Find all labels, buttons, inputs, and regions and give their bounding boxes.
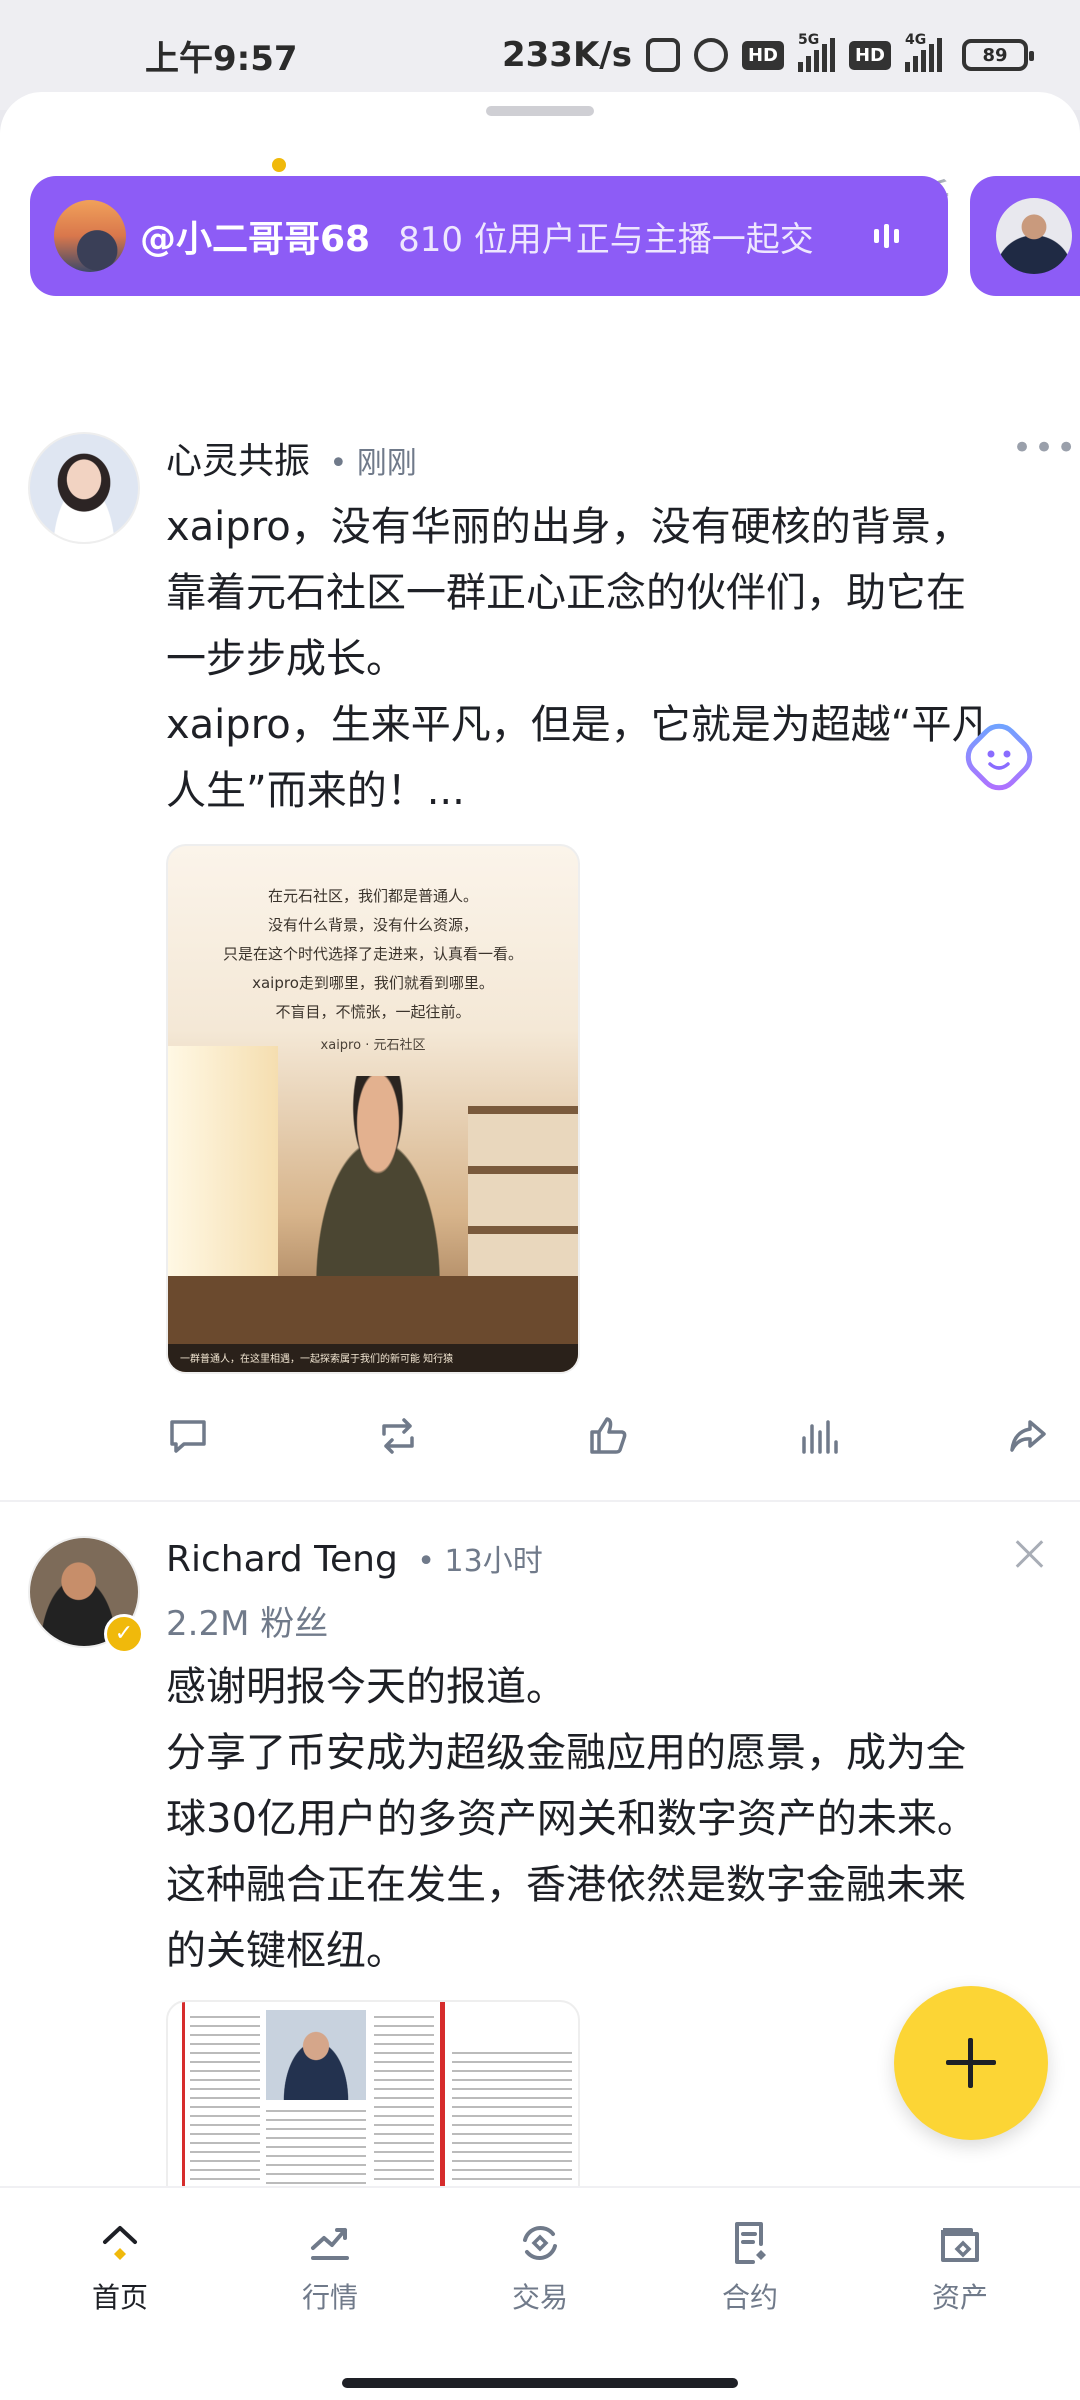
nav-label: 首页 [91, 2281, 148, 2314]
post-actions [0, 1414, 1080, 1474]
alarm-icon [693, 38, 728, 72]
follower-count: 2.2M 粉丝 [166, 1604, 329, 1644]
nav-label: 交易 [511, 2281, 568, 2314]
live-host-name: @小二哥哥68 [140, 219, 371, 260]
post-line: xaipro，生来平凡，但是，它就是为超越“平凡 [166, 702, 992, 748]
post-divider [0, 1500, 1080, 1502]
post-line: 感谢明报今天的报道。 [166, 1664, 566, 1710]
more-options-icon[interactable]: ••• [1012, 428, 1078, 468]
sheet-grabber[interactable] [486, 106, 594, 116]
post-line: 这种融合正在发生，香港依然是数字金融未来 [166, 1862, 966, 1908]
post-text[interactable]: xaipro，没有华丽的出身，没有硬核的背景， 靠着元石社区一群正心正念的伙伴们… [166, 494, 1046, 824]
live-banner-2[interactable] [970, 176, 1080, 296]
live-audio-icon [874, 224, 900, 248]
share-icon[interactable] [1006, 1414, 1050, 1458]
author-name[interactable]: Richard Teng [166, 1539, 398, 1580]
nfc-icon [645, 38, 680, 72]
verified-badge-icon: ✓ [104, 1614, 144, 1654]
post-line: xaipro，没有华丽的出身，没有硬核的背景， [166, 504, 971, 550]
battery-icon: 89 [962, 39, 1034, 71]
post-text[interactable]: 感谢明报今天的报道。 分享了币安成为超级金融应用的愿景，成为全 球30亿用户的多… [166, 1654, 1046, 1984]
author-avatar[interactable] [28, 432, 140, 544]
like-icon[interactable] [586, 1414, 630, 1458]
signal-5g-icon: 5G [797, 32, 835, 72]
post-line: 人生”而来的！... [166, 768, 465, 814]
nav-label: 资产 [931, 2281, 988, 2314]
bottom-nav: 首页 行情 交易 合约 资产 [0, 2186, 1080, 2400]
hd-badge-2: HD [848, 40, 891, 70]
post-image[interactable] [166, 2000, 580, 2210]
image-footer: 一群普通人，在这里相遇，一起探索属于我们的新可能 知行猿 [168, 1344, 578, 1372]
nav-assets[interactable]: 资产 [890, 2218, 1030, 2316]
image-caption: 在元石社区，我们都是普通人。 没有什么背景，没有什么资源， 只是在这个时代选择了… [222, 887, 523, 1021]
nav-label: 行情 [301, 2281, 358, 2314]
live-viewers-text: 810 位用户正与主播一起交 [398, 219, 814, 260]
news-rule [182, 2002, 185, 2208]
close-icon[interactable] [1012, 1536, 1048, 1572]
comment-icon[interactable] [166, 1414, 210, 1458]
futures-icon [735, 2222, 766, 2264]
image-table [168, 1276, 578, 1346]
post-time: • 刚刚 [329, 446, 417, 481]
post-line: 靠着元石社区一群正心正念的伙伴们，助它在 [166, 570, 966, 616]
news-column [190, 2016, 260, 2208]
feed-sheet: 发现 关注 活动 聪明钱 公告 直播 新 @小二哥哥68 810 位用户正与主播… [0, 92, 1080, 2400]
home-indicator [342, 2378, 738, 2388]
author-name[interactable]: 心灵共振 [166, 441, 310, 482]
create-post-button[interactable] [894, 1986, 1048, 2140]
hd-badge: HD [741, 40, 784, 70]
image-bookshelf [468, 1106, 578, 1286]
status-time: 上午9:57 [145, 38, 298, 79]
status-icons: 233K/s HD 5G HD 4G 89 [501, 32, 1034, 75]
markets-icon [311, 2228, 349, 2260]
news-rule [440, 2002, 445, 2208]
nav-trade[interactable]: 交易 [470, 2218, 610, 2316]
home-icon [103, 2226, 137, 2260]
trade-icon [523, 2226, 557, 2260]
network-speed: 233K/s [501, 35, 632, 75]
post-line: 的关键枢纽。 [166, 1928, 406, 1974]
signal-4g-icon: 4G [905, 32, 942, 72]
live-host-avatar-2 [996, 198, 1072, 274]
post-line: 分享了币安成为超级金融应用的愿景，成为全 [166, 1730, 966, 1776]
post-author: 心灵共振 • 刚刚 [166, 432, 417, 484]
wallet-icon [941, 2228, 979, 2262]
live-banner[interactable]: @小二哥哥68 810 位用户正与主播一起交 [30, 176, 948, 296]
views-icon[interactable] [796, 1414, 840, 1458]
post-image[interactable]: 在元石社区，我们都是普通人。 没有什么背景，没有什么资源， 只是在这个时代选择了… [166, 844, 580, 1374]
image-signature: xaipro · 元石社区 [320, 1038, 426, 1053]
news-photo [266, 2010, 366, 2100]
nav-markets[interactable]: 行情 [260, 2218, 400, 2316]
news-column [374, 2016, 434, 2208]
image-window [168, 1046, 278, 1286]
ai-assistant-icon[interactable] [964, 722, 1034, 792]
post-author: Richard Teng • 13小时 [166, 1536, 543, 1580]
nav-home[interactable]: 首页 [50, 2218, 190, 2316]
live-host-avatar [54, 200, 126, 272]
nav-futures[interactable]: 合约 [680, 2218, 820, 2316]
post-line: 一步步成长。 [166, 636, 406, 682]
nav-label: 合约 [721, 2281, 778, 2314]
post-time: • 13小时 [417, 1544, 543, 1579]
repost-icon[interactable] [376, 1414, 420, 1458]
post-line: 球30亿用户的多资产网关和数字资产的未来。 [166, 1796, 977, 1842]
notification-dot [272, 158, 286, 172]
